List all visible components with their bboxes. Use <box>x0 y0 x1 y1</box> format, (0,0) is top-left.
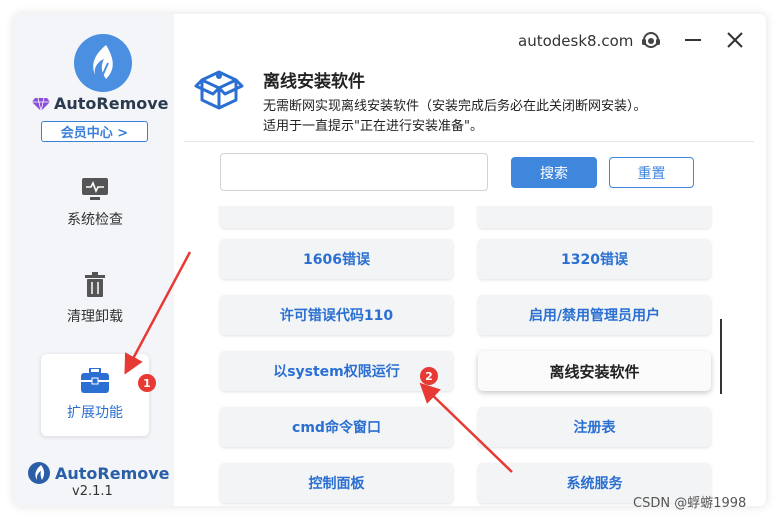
diamond-icon <box>32 97 50 111</box>
tool-grid: 1606错误 1320错误 许可错误代码110 启用/禁用管理员用户 以syst… <box>199 206 739 506</box>
callout-badge-2: 2 <box>420 367 438 385</box>
app-logo <box>74 34 132 92</box>
search-button[interactable]: 搜索 <box>511 157 597 188</box>
search-input[interactable] <box>220 153 488 191</box>
nav-cleanup-uninstall[interactable]: 清理卸载 <box>41 272 149 332</box>
website-link[interactable]: autodesk8.com <box>518 32 633 50</box>
version-label: v2.1.1 <box>72 484 113 499</box>
tool-tile-cmd-window[interactable]: cmd命令窗口 <box>220 407 453 447</box>
footer-brand: AutoRemove <box>28 462 170 484</box>
scrollbar[interactable] <box>720 319 722 394</box>
footer-brand-name: AutoRemove <box>55 463 170 483</box>
description-line-2: 适用于一直提示"正在进行安装准备"。 <box>263 119 483 134</box>
nav-label: 扩展功能 <box>67 405 123 421</box>
reset-button[interactable]: 重置 <box>609 157 694 188</box>
nav-extensions[interactable]: 扩展功能 <box>41 354 149 436</box>
nav-system-check[interactable]: 系统检查 <box>41 177 149 237</box>
callout-badge-1: 1 <box>138 374 156 392</box>
brand-name: AutoRemove <box>54 94 169 113</box>
tool-tile[interactable] <box>220 206 453 228</box>
tool-tile-run-as-system[interactable]: 以system权限运行 <box>220 351 453 391</box>
flame-icon <box>93 45 113 82</box>
description-line-1: 无需断网实现离线安装软件（安装完成后务必在此关闭断网安装）。 <box>263 99 647 114</box>
nav-label: 清理卸载 <box>67 309 123 325</box>
flame-icon <box>28 462 50 484</box>
minimize-icon[interactable] <box>684 30 702 50</box>
member-center-button[interactable]: 会员中心 > <box>41 121 148 142</box>
toolbox-icon <box>81 368 109 393</box>
support-headset-icon[interactable] <box>641 30 661 50</box>
tool-tile-offline-install[interactable]: 离线安装软件 <box>478 351 711 391</box>
trash-icon <box>85 272 105 297</box>
tool-tile-1320-error[interactable]: 1320错误 <box>478 239 711 279</box>
monitor-icon <box>82 178 108 200</box>
tool-tile-control-panel[interactable]: 控制面板 <box>220 463 453 503</box>
page-title: 离线安装软件 <box>263 72 365 92</box>
tool-tile-license-error-110[interactable]: 许可错误代码110 <box>220 295 453 335</box>
tool-tile-registry[interactable]: 注册表 <box>478 407 711 447</box>
close-icon[interactable] <box>725 30 745 50</box>
tool-tile-1606-error[interactable]: 1606错误 <box>220 239 453 279</box>
tool-tile-admin-user-toggle[interactable]: 启用/禁用管理员用户 <box>478 295 711 335</box>
package-install-icon <box>194 70 244 110</box>
app-window: AutoRemove 会员中心 > 系统检查 清理卸载 扩展功能 AutoRem… <box>14 14 766 506</box>
sidebar: AutoRemove 会员中心 > 系统检查 清理卸载 扩展功能 AutoRem… <box>14 14 174 506</box>
tool-tile[interactable] <box>478 206 711 228</box>
watermark: CSDN @蜉蝣1998 <box>633 496 747 511</box>
brand: AutoRemove <box>32 94 172 113</box>
nav-label: 系统检查 <box>67 212 123 228</box>
divider <box>184 141 754 142</box>
